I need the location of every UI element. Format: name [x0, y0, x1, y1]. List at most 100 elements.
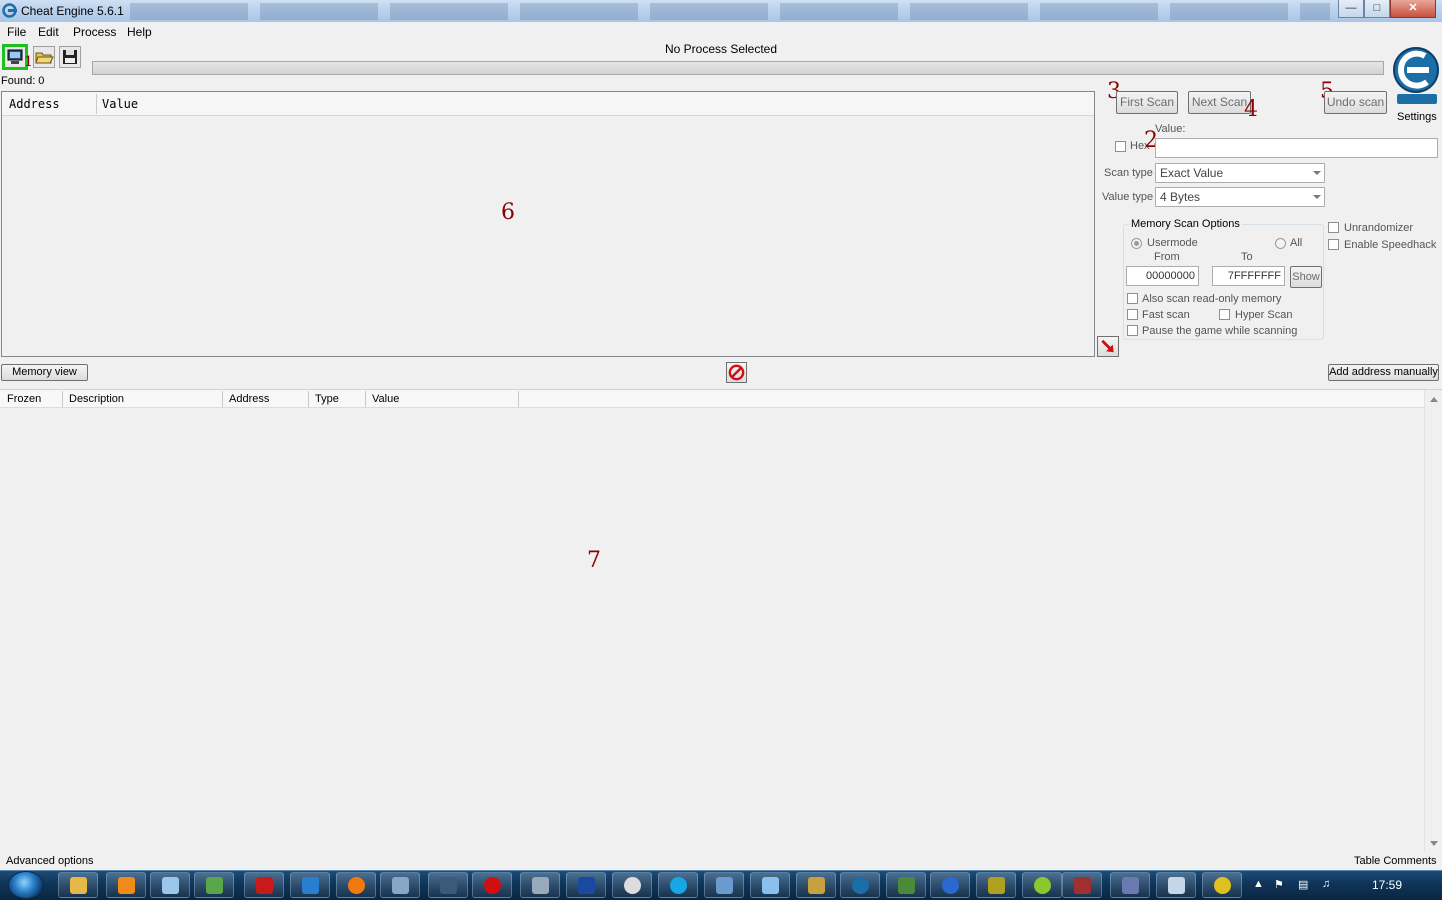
menu-bar: File Edit Process Help: [0, 22, 1442, 41]
hex-checkbox[interactable]: [1115, 141, 1126, 152]
found-addresses-list[interactable]: Address Value: [1, 91, 1095, 357]
notepad-icon: [162, 877, 179, 894]
tree-icon: [898, 877, 915, 894]
tray-network-icon[interactable]: ▤: [1298, 878, 1308, 891]
close-icon[interactable]: ✕: [1390, 0, 1436, 18]
taskbar-app-window[interactable]: [1110, 872, 1150, 898]
first-scan-button[interactable]: First Scan: [1116, 91, 1178, 114]
taskbar-opera[interactable]: [472, 872, 512, 898]
column-divider[interactable]: [365, 391, 366, 407]
taskbar-app-ball[interactable]: [612, 872, 652, 898]
tray-volume-icon[interactable]: ♫: [1322, 878, 1330, 890]
opera-icon: [484, 877, 501, 894]
taskbar-cheat-engine[interactable]: [840, 872, 880, 898]
taskbar-app-key[interactable]: [976, 872, 1016, 898]
clear-list-button[interactable]: [726, 362, 747, 383]
table-comments-link[interactable]: Table Comments: [1354, 855, 1437, 867]
column-value[interactable]: Value: [372, 393, 399, 405]
hyper-scan-label: Hyper Scan: [1235, 309, 1293, 321]
column-divider[interactable]: [96, 94, 97, 114]
from-address-input[interactable]: 00000000: [1126, 266, 1199, 286]
pause-game-checkbox[interactable]: [1127, 325, 1138, 336]
start-button-icon[interactable]: [8, 871, 44, 899]
column-address[interactable]: Address: [9, 97, 60, 111]
taskbar-media-player[interactable]: [106, 872, 146, 898]
annotation-1: 1: [24, 54, 33, 70]
cheat-table[interactable]: Frozen Description Address Type Value: [0, 389, 1442, 852]
settings-link[interactable]: Settings: [1397, 111, 1437, 123]
title-bar-background-tabs: [130, 3, 1330, 20]
value-type-label: Value type: [1102, 191, 1154, 203]
menu-process[interactable]: Process: [73, 25, 116, 39]
taskbar-app-mail[interactable]: [1156, 872, 1196, 898]
taskbar-app-stack[interactable]: [1062, 872, 1102, 898]
scan-type-select[interactable]: Exact Value: [1155, 163, 1325, 183]
all-radio[interactable]: [1275, 238, 1286, 249]
add-to-list-button[interactable]: [1097, 336, 1119, 357]
mail-icon: [1168, 877, 1185, 894]
taskbar-notepad[interactable]: [150, 872, 190, 898]
taskbar-app-blue[interactable]: [566, 872, 606, 898]
column-description[interactable]: Description: [69, 393, 124, 405]
column-divider[interactable]: [62, 391, 63, 407]
menu-help[interactable]: Help: [127, 25, 152, 39]
unrandomizer-checkbox[interactable]: [1328, 222, 1339, 233]
photos-icon: [206, 877, 223, 894]
annotation-6: 6: [501, 200, 515, 225]
next-scan-button[interactable]: Next Scan: [1188, 91, 1251, 114]
taskbar-app-green[interactable]: [1022, 872, 1062, 898]
stack-icon: [1074, 877, 1091, 894]
fast-scan-checkbox[interactable]: [1127, 309, 1138, 320]
value-input[interactable]: [1155, 138, 1438, 158]
memory-scan-options-title: Memory Scan Options: [1129, 218, 1242, 230]
cheat-table-scrollbar[interactable]: [1424, 390, 1442, 852]
column-value[interactable]: Value: [102, 97, 138, 111]
taskbar-chrome[interactable]: [1202, 872, 1242, 898]
column-frozen[interactable]: Frozen: [7, 393, 41, 405]
taskbar-photos[interactable]: [194, 872, 234, 898]
menu-file[interactable]: File: [7, 25, 26, 39]
pause-game-label: Pause the game while scanning: [1142, 325, 1298, 337]
speedhack-checkbox[interactable]: [1328, 239, 1339, 250]
usermode-radio[interactable]: [1131, 238, 1142, 249]
advanced-options-link[interactable]: Advanced options: [6, 855, 93, 867]
scroll-up-icon[interactable]: [1430, 397, 1438, 402]
taskbar-app-orange[interactable]: [336, 872, 376, 898]
cheat-engine-logo-icon[interactable]: [1389, 42, 1441, 108]
taskbar-acrobat[interactable]: [244, 872, 284, 898]
taskbar-app-gray[interactable]: [520, 872, 560, 898]
column-address[interactable]: Address: [229, 393, 269, 405]
scroll-down-icon[interactable]: [1430, 841, 1438, 846]
minimize-icon[interactable]: —: [1338, 0, 1364, 18]
column-divider[interactable]: [222, 391, 223, 407]
taskbar-skype[interactable]: [658, 872, 698, 898]
taskbar-explorer[interactable]: [58, 872, 98, 898]
taskbar-monitor[interactable]: [428, 872, 468, 898]
tray-expand-icon[interactable]: ▲: [1253, 878, 1264, 890]
taskbar-app-person[interactable]: [704, 872, 744, 898]
scan-type-value: Exact Value: [1160, 166, 1224, 180]
undo-scan-button[interactable]: Undo scan: [1324, 91, 1387, 114]
menu-edit[interactable]: Edit: [38, 25, 59, 39]
column-divider[interactable]: [308, 391, 309, 407]
column-type[interactable]: Type: [315, 393, 339, 405]
hyper-scan-checkbox[interactable]: [1219, 309, 1230, 320]
maximize-icon[interactable]: □: [1364, 0, 1390, 18]
readonly-memory-checkbox[interactable]: [1127, 293, 1138, 304]
tray-flag-icon[interactable]: ⚑: [1274, 878, 1284, 891]
column-divider[interactable]: [518, 391, 519, 407]
taskbar-app-tools[interactable]: [796, 872, 836, 898]
taskbar-clock[interactable]: 17:59: [1372, 878, 1402, 892]
fast-scan-label: Fast scan: [1142, 309, 1190, 321]
to-address-input[interactable]: 7FFFFFFF: [1212, 266, 1285, 286]
taskbar-control-panel[interactable]: [380, 872, 420, 898]
show-button[interactable]: Show: [1290, 266, 1322, 288]
value-type-select[interactable]: 4 Bytes: [1155, 187, 1325, 207]
taskbar-app-tree[interactable]: [886, 872, 926, 898]
document-icon: [762, 877, 779, 894]
taskbar-browser[interactable]: [290, 872, 330, 898]
taskbar-app-bolt[interactable]: [930, 872, 970, 898]
taskbar-app-doc[interactable]: [750, 872, 790, 898]
memory-view-button[interactable]: Memory view: [1, 364, 88, 381]
add-address-manually-button[interactable]: Add address manually: [1328, 364, 1439, 381]
